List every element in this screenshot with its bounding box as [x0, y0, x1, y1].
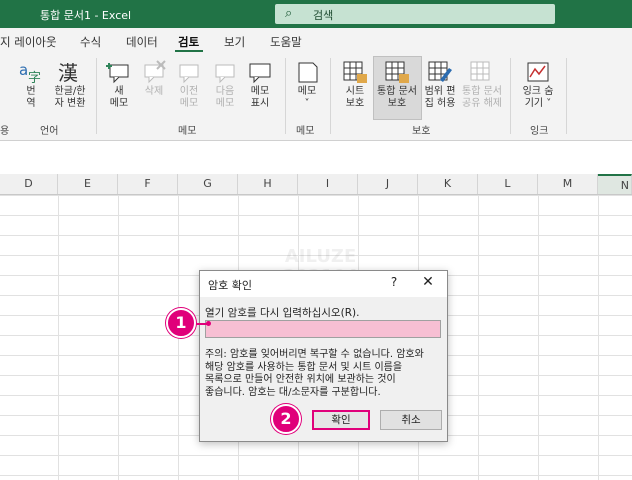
- protect-sheet-button[interactable]: 시트 보호: [338, 60, 372, 110]
- allow-edit-ranges-button[interactable]: 범위 편 집 허용: [421, 60, 459, 110]
- window-title: 통합 문서1 - Excel: [40, 9, 132, 22]
- column-header[interactable]: F: [118, 174, 178, 194]
- tab-view[interactable]: 보기: [224, 34, 245, 50]
- svg-text:a: a: [19, 61, 28, 79]
- hide-ink-button[interactable]: 잉크 숨 기기 ˅: [516, 60, 560, 110]
- ribbon-tabs: 지 레이아웃 수식 데이터 검토 보기 도움말: [0, 28, 632, 54]
- next-comment-button[interactable]: 다음 메모: [208, 60, 242, 110]
- hide-ink-label: 잉크 숨 기기 ˅: [522, 86, 554, 109]
- group-label-partial: 용: [0, 126, 10, 137]
- tab-data[interactable]: 데이터: [126, 34, 158, 50]
- title-bar: 통합 문서1 - Excel ⌕ 검색: [0, 0, 632, 28]
- ink-icon: [527, 62, 549, 82]
- delete-comment-button[interactable]: 삭제: [138, 60, 170, 98]
- new-comment-button[interactable]: 새 메모: [102, 60, 136, 110]
- protect-workbook-button[interactable]: 통합 문서 보호: [374, 60, 420, 110]
- translate-icon: a 字: [19, 61, 41, 84]
- group-label-language: 언어: [40, 126, 59, 137]
- protect-workbook-icon: [385, 61, 409, 83]
- column-header[interactable]: M: [538, 174, 598, 194]
- unshare-workbook-label: 통합 문서 공유 해제: [462, 86, 502, 109]
- show-comments-button[interactable]: 메모 표시: [244, 60, 276, 110]
- column-headers: D E F G H I J K L M N: [0, 174, 632, 195]
- delete-comment-icon: [144, 60, 166, 84]
- notes-label: 메모 ˅: [297, 86, 317, 109]
- column-header[interactable]: J: [358, 174, 418, 194]
- tab-formulas[interactable]: 수식: [80, 34, 101, 50]
- ribbon-separator: [285, 58, 286, 134]
- notes-button[interactable]: 메모 ˅: [292, 60, 322, 110]
- tab-help[interactable]: 도움말: [270, 34, 302, 50]
- search-placeholder: 검색: [313, 9, 334, 22]
- unshare-workbook-icon: [470, 61, 490, 81]
- previous-comment-icon: [179, 64, 199, 84]
- step-marker-2: 2: [271, 404, 301, 434]
- tab-review[interactable]: 검토: [178, 34, 199, 50]
- reenter-password-prompt: 열기 암호를 다시 입력하십시오(R).: [205, 307, 360, 319]
- show-comments-icon: [249, 63, 271, 84]
- column-header[interactable]: I: [298, 174, 358, 194]
- ribbon-separator: [566, 58, 567, 134]
- previous-comment-button[interactable]: 이전 메모: [172, 60, 206, 110]
- help-icon[interactable]: ?: [386, 275, 402, 289]
- ribbon-separator: [96, 58, 97, 134]
- hanja-icon: 漢: [58, 61, 78, 84]
- svg-text:字: 字: [28, 71, 41, 84]
- group-label-comments: 메모: [178, 126, 197, 137]
- column-header[interactable]: L: [478, 174, 538, 194]
- hanja-convert-label: 한글/한 자 변환: [54, 86, 86, 109]
- step-marker-1: 1: [166, 308, 196, 338]
- tab-page-layout[interactable]: 지 레이아웃: [0, 34, 57, 50]
- translate-button[interactable]: a 字 번 역: [16, 60, 46, 110]
- dialog-title-bar: 암호 확인 ? ✕: [200, 271, 447, 297]
- allow-edit-ranges-icon: [428, 61, 452, 82]
- column-header[interactable]: N: [598, 174, 632, 194]
- watermark-line1: AILUZE: [284, 246, 357, 267]
- confirm-password-dialog: 암호 확인 ? ✕ 열기 암호를 다시 입력하십시오(R). 주의: 암호를 잊…: [199, 270, 448, 442]
- protect-workbook-label: 통합 문서 보호: [377, 86, 417, 109]
- search-icon: ⌕: [285, 6, 293, 21]
- delete-comment-label: 삭제: [144, 86, 164, 97]
- active-tab-indicator: [175, 50, 203, 52]
- password-input[interactable]: [205, 320, 441, 338]
- close-icon[interactable]: ✕: [420, 274, 436, 290]
- protect-sheet-icon: [343, 61, 367, 83]
- note-icon: [298, 62, 318, 83]
- group-label-notes: 메모: [296, 126, 315, 137]
- column-header[interactable]: H: [238, 174, 298, 194]
- unshare-workbook-button[interactable]: 통합 문서 공유 해제: [459, 60, 505, 110]
- allow-edit-ranges-label: 범위 편 집 허용: [424, 86, 456, 109]
- ok-button[interactable]: 확인: [312, 410, 370, 430]
- search-box[interactable]: ⌕ 검색: [275, 4, 555, 24]
- new-comment-icon: [106, 63, 129, 84]
- previous-comment-label: 이전 메모: [179, 86, 199, 109]
- formula-bar-area: [0, 141, 632, 175]
- next-comment-icon: [215, 64, 235, 84]
- cancel-button[interactable]: 취소: [380, 410, 442, 430]
- next-comment-label: 다음 메모: [215, 86, 235, 109]
- svg-text:漢: 漢: [58, 61, 78, 84]
- column-header[interactable]: G: [178, 174, 238, 194]
- ribbon-separator: [510, 58, 511, 134]
- translate-label: 번 역: [26, 86, 36, 109]
- ribbon-separator: [330, 58, 331, 134]
- column-header[interactable]: D: [0, 174, 58, 194]
- dialog-title: 암호 확인: [208, 279, 252, 292]
- marker-1-dot: [206, 321, 211, 326]
- show-comments-label: 메모 표시: [250, 86, 270, 109]
- column-header[interactable]: K: [418, 174, 478, 194]
- protect-sheet-label: 시트 보호: [345, 86, 365, 109]
- group-label-protect: 보호: [412, 126, 431, 137]
- hanja-convert-button[interactable]: 漢 한글/한 자 변환: [48, 60, 92, 110]
- column-header[interactable]: E: [58, 174, 118, 194]
- group-label-ink: 잉크: [530, 126, 549, 137]
- password-warning-text: 주의: 암호를 잊어버리면 복구할 수 없습니다. 암호와 해당 암호를 사용하…: [205, 349, 424, 398]
- new-comment-label: 새 메모: [109, 86, 129, 109]
